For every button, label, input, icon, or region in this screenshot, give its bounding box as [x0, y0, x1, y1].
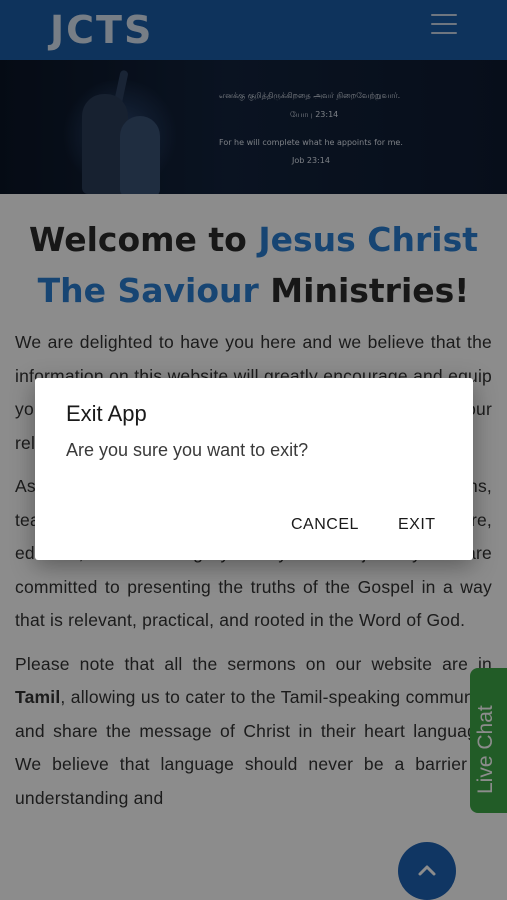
dialog-message: Are you sure you want to exit?	[66, 440, 309, 460]
exit-button[interactable]: EXIT	[398, 516, 436, 534]
cancel-button[interactable]: CANCEL	[291, 516, 359, 534]
dialog-title: Exit App	[66, 401, 147, 426]
exit-app-dialog: Exit App Are you sure you want to exit? …	[35, 378, 473, 560]
